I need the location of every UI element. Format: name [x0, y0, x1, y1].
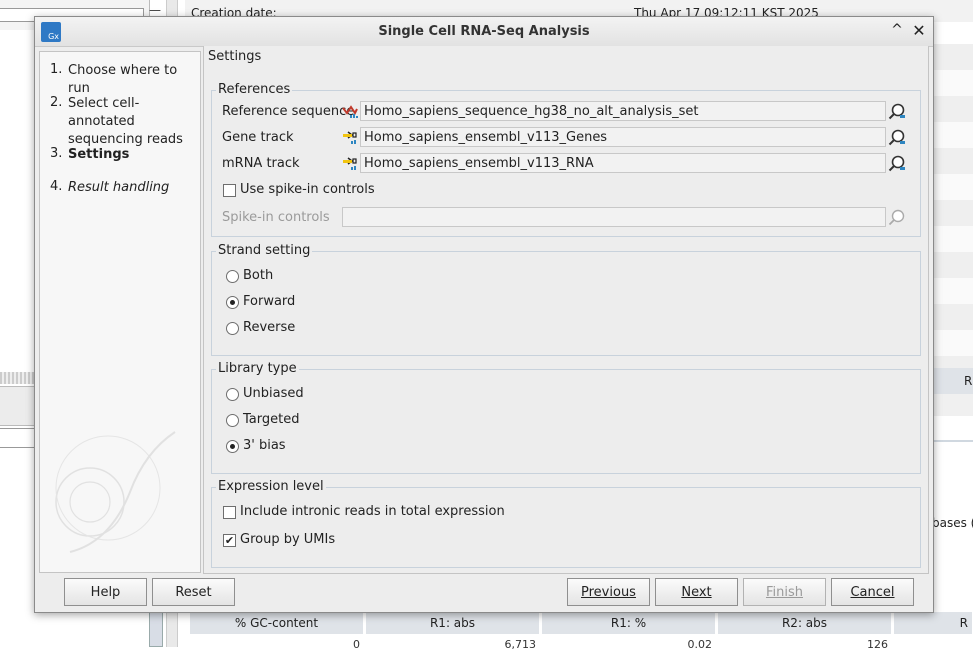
- step-label: Result handling: [68, 180, 170, 195]
- background-splitter-handle[interactable]: [0, 372, 36, 384]
- step-number: 1.: [50, 62, 63, 77]
- background-stats-table: % GC-content R1: abs R1: % R2: abs R 0 6…: [190, 612, 973, 651]
- next-button[interactable]: Next: [655, 578, 738, 606]
- step-number: 3.: [50, 146, 63, 161]
- step-number: 4.: [50, 179, 63, 194]
- table-cell: 6,713: [504, 638, 537, 651]
- table-cell: 0: [353, 638, 360, 651]
- reference-sequence-field[interactable]: Homo_sapiens_sequence_hg38_no_alt_analys…: [360, 101, 886, 121]
- spike-in-controls-field[interactable]: [342, 207, 886, 227]
- step-number: 2.: [50, 95, 63, 110]
- table-header-cell[interactable]: R1: abs: [366, 612, 540, 634]
- gene-track-label: Gene track: [222, 130, 294, 145]
- strand-setting-legend: Strand setting: [216, 243, 313, 258]
- group-by-umis-label[interactable]: Group by UMIs: [240, 532, 335, 547]
- intronic-reads-checkbox[interactable]: [223, 506, 236, 519]
- next-label: Next: [681, 585, 712, 600]
- library-type-legend: Library type: [216, 361, 299, 376]
- background-table-rows: [928, 44, 973, 374]
- wizard-step-settings[interactable]: 3. Settings: [50, 146, 192, 164]
- expression-level-legend: Expression level: [216, 479, 326, 494]
- previous-label: Previous: [581, 585, 636, 600]
- references-legend: References: [216, 82, 293, 97]
- sequence-track-icon: [342, 105, 358, 118]
- table-header-cell[interactable]: % GC-content: [190, 612, 364, 634]
- finish-label: Finish: [765, 585, 803, 600]
- finish-button[interactable]: Finish: [743, 578, 826, 606]
- mrna-track-field[interactable]: Homo_sapiens_ensembl_v113_RNA: [360, 153, 886, 173]
- annotation-track-icon: [343, 131, 357, 144]
- step-label: Settings: [68, 147, 130, 162]
- annotation-track-icon: [343, 157, 357, 170]
- table-header-cell[interactable]: R: [894, 612, 973, 634]
- background-divider: [928, 440, 973, 442]
- table-header-cell[interactable]: R1: %: [542, 612, 716, 634]
- mrna-track-label: mRNA track: [222, 156, 300, 171]
- use-spike-in-label[interactable]: Use spike-in controls: [240, 182, 375, 197]
- close-icon[interactable]: ✕: [911, 21, 927, 40]
- collapse-icon[interactable]: ^: [889, 22, 905, 40]
- step-label: Choose where to run: [68, 63, 178, 96]
- background-bases-text: bases (: [932, 516, 973, 530]
- table-header-cell[interactable]: R2: abs: [718, 612, 892, 634]
- spike-in-controls-label: Spike-in controls: [222, 210, 330, 225]
- single-cell-dialog: Gx Single Cell RNA-Seq Analysis ^ ✕ 1. Ch…: [34, 16, 934, 613]
- settings-panel: Settings References Reference sequence H…: [203, 46, 929, 574]
- strand-reverse-label[interactable]: Reverse: [243, 320, 295, 335]
- previous-button[interactable]: Previous: [567, 578, 650, 606]
- browse-search-icon[interactable]: [888, 102, 906, 120]
- step-label: Select cell-annotated sequencing reads: [68, 96, 183, 147]
- library-3prime-bias-radio[interactable]: [226, 440, 239, 453]
- table-cell: 0.02: [687, 638, 713, 651]
- use-spike-in-checkbox[interactable]: [223, 184, 236, 197]
- background-field: [0, 428, 36, 448]
- background-splitter-bottom[interactable]: [166, 612, 178, 647]
- library-targeted-label[interactable]: Targeted: [243, 412, 299, 427]
- binary-swirl-watermark-icon: [55, 431, 176, 553]
- library-unbiased-radio[interactable]: [226, 388, 239, 401]
- strand-forward-radio[interactable]: [226, 296, 239, 309]
- library-targeted-radio[interactable]: [226, 414, 239, 427]
- strand-setting-group: Strand setting Both Forward Reverse: [211, 243, 921, 356]
- references-group: References Reference sequence Homo_sapie…: [211, 82, 921, 237]
- background-header-text: R: [964, 374, 973, 388]
- cancel-label: Cancel: [850, 585, 895, 600]
- intronic-reads-label[interactable]: Include intronic reads in total expressi…: [240, 504, 505, 519]
- wizard-steps-panel: 1. Choose where to run 2. Select cell-anno…: [39, 51, 201, 573]
- strand-forward-label[interactable]: Forward: [243, 294, 295, 309]
- help-button[interactable]: Help: [64, 578, 147, 606]
- table-cell: 126: [867, 638, 888, 651]
- dialog-title: Single Cell RNA-Seq Analysis: [378, 24, 590, 39]
- strand-both-label[interactable]: Both: [243, 268, 273, 283]
- wizard-step-select-reads[interactable]: 2. Select cell-annotated sequencing reads: [50, 95, 192, 149]
- browse-search-icon[interactable]: [888, 154, 906, 172]
- strand-both-radio[interactable]: [226, 270, 239, 283]
- wizard-step-result-handling[interactable]: 4. Result handling: [50, 179, 192, 197]
- browse-search-icon[interactable]: [888, 208, 906, 226]
- group-by-umis-checkbox[interactable]: ✔: [223, 534, 236, 547]
- settings-title: Settings: [208, 49, 262, 64]
- checkmark-icon: ✔: [224, 534, 235, 547]
- background-toolbar: [0, 386, 36, 426]
- browse-search-icon[interactable]: [888, 128, 906, 146]
- gene-track-field[interactable]: Homo_sapiens_ensembl_v113_Genes: [360, 127, 886, 147]
- library-3prime-bias-label[interactable]: 3' bias: [243, 438, 286, 453]
- background-minimize-icon[interactable]: —: [147, 3, 163, 17]
- cancel-button[interactable]: Cancel: [831, 578, 914, 606]
- library-type-group: Library type Unbiased Targeted 3' bias: [211, 361, 921, 474]
- reset-button[interactable]: Reset: [152, 578, 235, 606]
- background-table-row: [928, 394, 973, 416]
- wizard-step-choose-where[interactable]: 1. Choose where to run: [50, 62, 192, 98]
- expression-level-group: Expression level Include intronic reads …: [211, 479, 921, 568]
- strand-reverse-radio[interactable]: [226, 322, 239, 335]
- library-unbiased-label[interactable]: Unbiased: [243, 386, 304, 401]
- dialog-titlebar[interactable]: Gx Single Cell RNA-Seq Analysis ^ ✕: [35, 17, 933, 47]
- reference-sequence-label: Reference sequence: [222, 104, 355, 119]
- background-scrollbar[interactable]: [149, 612, 163, 647]
